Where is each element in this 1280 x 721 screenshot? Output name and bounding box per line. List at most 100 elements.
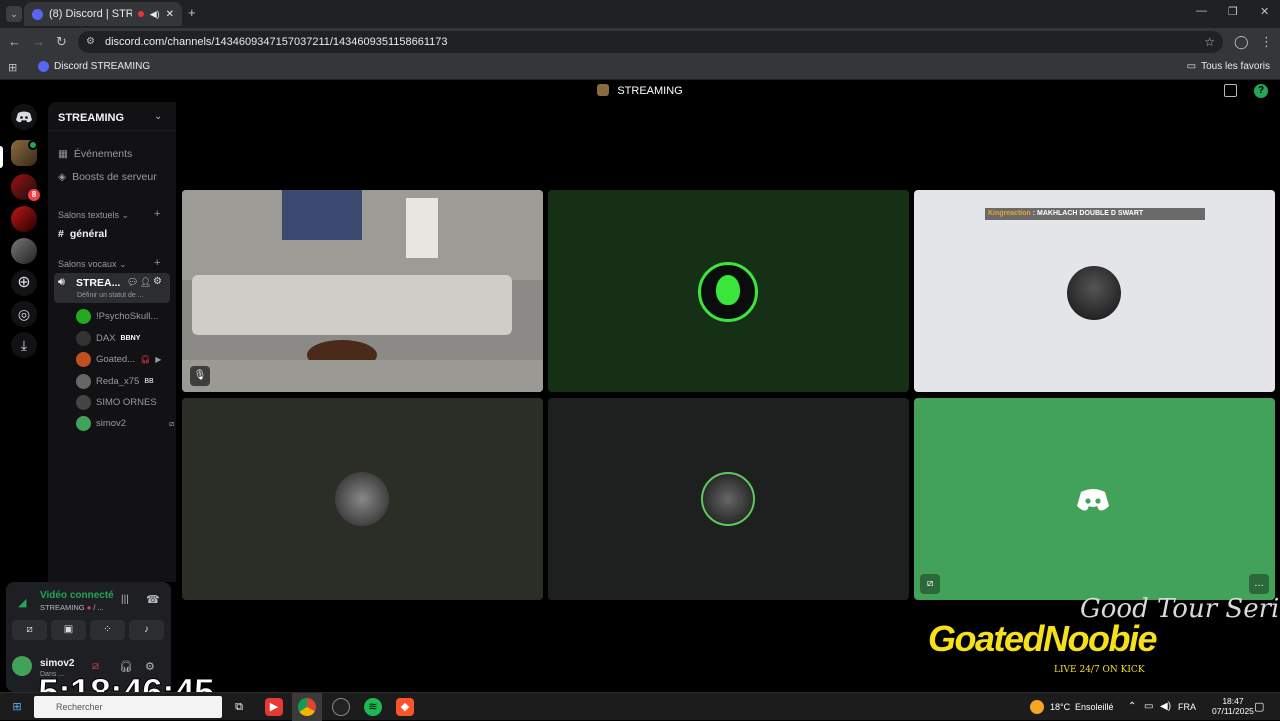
category-text[interactable]: Salons textuels ⌄: [58, 210, 129, 221]
mic-muted-icon: ⧄: [920, 574, 940, 594]
voice-user-name: DAX: [96, 333, 116, 344]
user-name[interactable]: simov2: [40, 658, 74, 669]
chevron-down-icon[interactable]: ⌄: [154, 111, 162, 122]
discover-icon[interactable]: ◎: [11, 301, 37, 327]
volume-icon[interactable]: ◀): [1160, 701, 1171, 712]
activities-button[interactable]: ⁘: [90, 620, 125, 640]
caption-user: Kingreaction: [988, 210, 1031, 217]
invite-icon[interactable]: 👤︎: [140, 277, 151, 288]
voice-user[interactable]: Goated... 🎧︎ ▶: [76, 352, 161, 367]
camera-off-button[interactable]: ⧄: [12, 620, 47, 640]
voice-channel-label[interactable]: STREAMING ● / ...: [40, 603, 104, 612]
voice-channel-streaming[interactable]: 🔊︎ STREA... 💬︎ 👤︎ ⚙ Définir un statut de…: [54, 273, 170, 303]
live-dot-icon: ●: [86, 603, 92, 612]
browser-tabstrip: ⌄ (8) Discord | STREAMING ◀) ✕ + — ❐ ✕: [0, 0, 1280, 28]
channel-general[interactable]: # général: [58, 228, 107, 240]
avatar: [76, 395, 91, 410]
help-icon[interactable]: ?: [1254, 84, 1268, 98]
address-bar[interactable]: ⚙ discord.com/channels/14346093471570372…: [78, 31, 1223, 53]
guild-4[interactable]: [11, 238, 37, 264]
noise-icon[interactable]: |||: [121, 594, 129, 605]
more-options-icon[interactable]: …: [1249, 574, 1269, 594]
soundboard-button[interactable]: ♪: [129, 620, 164, 640]
chrome-icon[interactable]: [298, 698, 316, 716]
network-icon[interactable]: ▭: [1144, 701, 1153, 712]
windows-taskbar: ⊞ Rechercher ⧉ ▶ ≋ ◆ 18°C Ensoleillé ⌃ ▭…: [0, 692, 1280, 721]
voice-user[interactable]: SIMO ORNES: [76, 395, 157, 410]
browser-tab[interactable]: (8) Discord | STREAMING ◀) ✕: [24, 2, 182, 26]
hooded-avatar: [1067, 266, 1121, 320]
video-tile-dax[interactable]: Kingreaction : MAKHLACH DOUBLE D SWART: [914, 190, 1275, 392]
weather-temp[interactable]: 18°C: [1050, 702, 1070, 712]
wall: [182, 190, 543, 280]
back-icon[interactable]: ←: [8, 34, 21, 49]
voice-user[interactable]: Reda_x75 BB: [76, 374, 154, 389]
minimize-icon[interactable]: —: [1196, 5, 1207, 17]
tab-close-icon[interactable]: ✕: [166, 9, 174, 20]
bookmark-star-icon[interactable]: ☆: [1204, 31, 1215, 53]
disconnect-icon[interactable]: ☎: [146, 593, 160, 606]
chat-icon[interactable]: 💬︎: [127, 277, 138, 288]
tray-chevron-icon[interactable]: ⌃: [1128, 701, 1136, 712]
menu-icon[interactable]: ⋮: [1260, 34, 1273, 50]
profile-icon[interactable]: ◯: [1234, 34, 1249, 50]
obs-icon[interactable]: [332, 698, 350, 716]
add-server-icon[interactable]: ⊕: [11, 270, 37, 296]
video-tile-room[interactable]: 🎙︎: [182, 190, 543, 392]
discord-home-icon[interactable]: [11, 104, 37, 130]
new-tab-icon[interactable]: +: [188, 5, 196, 20]
folder-icon: ▭: [1186, 61, 1197, 72]
url-text: discord.com/channels/1434609347157037211…: [105, 36, 448, 48]
voice-user[interactable]: DAX BBNY: [76, 331, 140, 346]
restore-icon[interactable]: ❐: [1228, 5, 1238, 18]
app-red-icon[interactable]: ▶: [265, 698, 283, 716]
start-icon[interactable]: ⊞: [8, 698, 26, 716]
nav-events[interactable]: ▦ Événements: [58, 148, 132, 160]
spotify-icon[interactable]: ≋: [364, 698, 382, 716]
language-indicator[interactable]: FRA: [1178, 702, 1196, 712]
video-tile-reda[interactable]: [548, 398, 909, 600]
search-box[interactable]: Rechercher: [34, 696, 222, 718]
task-view-icon[interactable]: ⧉: [230, 698, 248, 716]
add-channel-icon[interactable]: +: [154, 208, 160, 220]
voice-user[interactable]: !PsychoSkull...: [76, 309, 158, 324]
forward-icon[interactable]: →: [32, 34, 45, 49]
notifications-icon[interactable]: ▢: [1254, 700, 1264, 713]
guild-3[interactable]: [11, 206, 37, 232]
audio-icon[interactable]: ◀): [150, 9, 160, 20]
bookmark-discord[interactable]: Discord STREAMING: [38, 61, 150, 72]
avatar: [76, 374, 91, 389]
all-bookmarks[interactable]: ▭ Tous les favoris: [1187, 61, 1270, 72]
voice-status-label[interactable]: Vidéo connecté: [40, 590, 116, 601]
screenshare-button[interactable]: ▣: [51, 620, 86, 640]
video-tile-simov2[interactable]: ⧄ …: [914, 398, 1275, 600]
weather-desc[interactable]: Ensoleillé: [1075, 702, 1114, 712]
brave-icon[interactable]: ◆: [396, 698, 414, 716]
avatar: [701, 472, 755, 526]
window-close-icon[interactable]: ✕: [1260, 5, 1269, 18]
add-voice-channel-icon[interactable]: +: [154, 257, 160, 269]
video-tile-goated[interactable]: [182, 398, 543, 600]
apps-icon[interactable]: ⊞: [8, 61, 17, 74]
bookmarks-bar: ⊞ Discord STREAMING ▭ Tous les favoris: [0, 56, 1280, 80]
voice-status[interactable]: Définir un statut de ...: [77, 292, 144, 299]
user-avatar[interactable]: [12, 656, 32, 676]
voice-user[interactable]: simov2 ⧄: [76, 416, 174, 431]
avatar: [76, 416, 91, 431]
clock[interactable]: 18:47 07/11/2025: [1212, 696, 1254, 716]
gear-icon[interactable]: ⚙: [153, 276, 162, 287]
sun-icon: [1030, 700, 1044, 714]
inbox-icon[interactable]: [1224, 84, 1237, 97]
reload-icon[interactable]: ↻: [56, 34, 67, 50]
video-tile-psychoskull[interactable]: [548, 190, 909, 392]
wall-painting: [282, 190, 362, 240]
active-guild-pill: [0, 146, 3, 168]
floor: [182, 360, 543, 392]
brand-logo: GoatedNoobie: [928, 618, 1158, 660]
site-info-icon[interactable]: ⚙: [86, 31, 95, 53]
server-name[interactable]: STREAMING: [58, 112, 124, 124]
download-icon[interactable]: ⤓: [11, 332, 37, 358]
nav-boosts[interactable]: ◈ Boosts de serveur: [58, 171, 157, 183]
tab-search-icon[interactable]: ⌄: [6, 6, 22, 22]
category-voice[interactable]: Salons vocaux ⌄: [58, 259, 127, 270]
